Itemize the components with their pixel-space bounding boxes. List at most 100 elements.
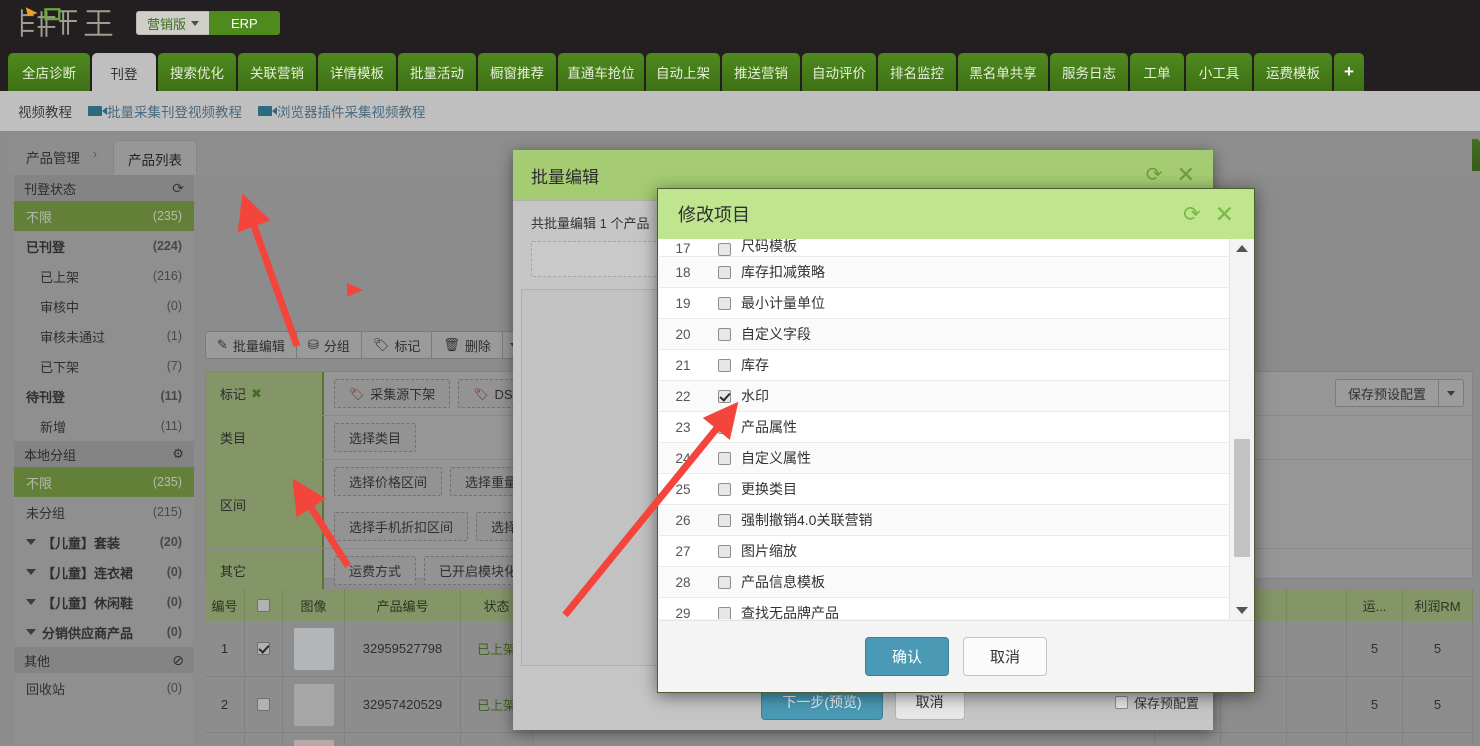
modify-item-checkbox-cell[interactable] <box>707 606 741 619</box>
main-tab-16[interactable]: 运费模板 <box>1254 53 1332 91</box>
modify-item-row[interactable]: 19 最小计量单位 <box>659 288 1229 319</box>
modify-item-checkbox[interactable] <box>717 296 731 310</box>
modify-item-checkbox-cell[interactable] <box>707 544 741 558</box>
modify-item-row[interactable]: 25 更换类目 <box>659 474 1229 505</box>
filter-chip[interactable]: 选择类目 <box>334 423 417 452</box>
save-preconfig-checkbox[interactable] <box>1114 696 1128 709</box>
modify-item-checkbox-cell[interactable] <box>707 389 741 403</box>
modify-item-checkbox[interactable] <box>717 482 731 496</box>
main-tab-5[interactable]: 批量活动 <box>398 53 476 91</box>
save-preset-dropdown[interactable] <box>1438 379 1464 407</box>
refresh-icon[interactable]: ⟳ <box>1183 204 1201 225</box>
sidebar-item-group_section-1[interactable]: 未分组 (215) <box>14 497 194 527</box>
filter-chip[interactable]: 运费方式 <box>334 556 417 585</box>
save-preconfig-group[interactable]: 保存预配置 <box>1114 693 1199 712</box>
row-checkbox-cell[interactable] <box>245 621 283 677</box>
sidebar-item-status_section-3[interactable]: 审核中 (0) <box>14 291 194 321</box>
sidebar-item-status_section-1[interactable]: 已刊登 (224) <box>14 231 194 261</box>
modify-items-scrollbar[interactable] <box>1229 239 1253 619</box>
modify-item-checkbox[interactable] <box>717 606 731 619</box>
filter-chip[interactable]: 选择手机折扣区间 <box>334 512 469 541</box>
modify-item-row[interactable]: 18 库存扣减策略 <box>659 257 1229 288</box>
close-icon[interactable]: ✕ <box>1215 202 1234 226</box>
modify-item-checkbox[interactable] <box>717 544 731 558</box>
modify-item-checkbox-cell[interactable] <box>707 265 741 279</box>
main-tab-10[interactable]: 自动评价 <box>802 53 876 91</box>
block-icon[interactable]: ⊘ <box>172 652 184 669</box>
sidebar-item-status_section-4[interactable]: 审核未通过 (1) <box>14 321 194 351</box>
modify-item-checkbox-cell[interactable] <box>707 358 741 372</box>
sidebar-item-group_section-5[interactable]: 分销供应商产品 (0) <box>14 617 194 647</box>
sidebar-item-status_section-5[interactable]: 已下架 (7) <box>14 351 194 381</box>
table-row[interactable]: 3 32957468071已上架 55 <box>205 733 1473 746</box>
scroll-down-icon[interactable] <box>1230 601 1253 619</box>
modify-item-checkbox[interactable] <box>717 420 731 434</box>
main-tab-6[interactable]: 橱窗推荐 <box>478 53 556 91</box>
cancel-button[interactable]: 取消 <box>963 637 1048 676</box>
filter-chip[interactable]: 选择价格区间 <box>334 467 443 496</box>
main-tab-9[interactable]: 推送营销 <box>722 53 800 91</box>
tag-button[interactable]: 🏷 标记 <box>360 331 432 359</box>
modify-item-checkbox-cell[interactable] <box>707 420 741 434</box>
modify-item-checkbox-cell[interactable] <box>707 243 741 256</box>
sidebar-item-status_section-2[interactable]: 已上架 (216) <box>14 261 194 291</box>
breadcrumb-parent[interactable]: 产品管理 <box>26 147 80 167</box>
sidebar-item-other_section-0[interactable]: 回收站 (0) <box>14 673 194 703</box>
confirm-button[interactable]: 确认 <box>864 637 949 676</box>
delete-button[interactable]: 🗑 删除 <box>431 331 502 359</box>
main-tab-13[interactable]: 服务日志 <box>1050 53 1128 91</box>
modify-item-checkbox-cell[interactable] <box>707 451 741 465</box>
row-checkbox[interactable] <box>257 642 270 655</box>
sidebar-item-group_section-4[interactable]: 【儿童】休闲鞋 (0) <box>14 587 194 617</box>
modify-item-row[interactable]: 29 查找无品牌产品 <box>659 598 1229 619</box>
modify-item-checkbox[interactable] <box>717 389 731 403</box>
modify-item-row[interactable]: 23 产品属性 <box>659 412 1229 443</box>
group-button[interactable]: ⛁ 分组 <box>295 331 361 359</box>
refresh-icon[interactable]: ⟳ <box>1146 165 1163 185</box>
main-tab-14[interactable]: 工单 <box>1130 53 1184 91</box>
modify-item-checkbox[interactable] <box>717 575 731 589</box>
subnav-link-2[interactable]: 浏览器插件采集视频教程 <box>258 101 426 121</box>
modify-item-row[interactable]: 22 水印 <box>659 381 1229 412</box>
modify-item-checkbox[interactable] <box>717 327 731 341</box>
close-icon[interactable]: ✕ <box>1177 164 1195 186</box>
clear-filter-icon[interactable]: ✖ <box>251 386 262 402</box>
modify-item-row[interactable]: 21 库存 <box>659 350 1229 381</box>
modify-item-checkbox-cell[interactable] <box>707 296 741 310</box>
modify-item-row[interactable]: 26 强制撤销4.0关联营销 <box>659 505 1229 536</box>
modify-item-checkbox-cell[interactable] <box>707 575 741 589</box>
modify-item-checkbox[interactable] <box>717 265 731 279</box>
modify-item-checkbox[interactable] <box>717 513 731 527</box>
main-tab-8[interactable]: 自动上架 <box>646 53 720 91</box>
row-checkbox-cell[interactable] <box>245 677 283 733</box>
tab-product-list[interactable]: 产品列表 <box>113 140 197 176</box>
refresh-icon[interactable]: ⟳ <box>172 180 184 197</box>
app-logo[interactable] <box>16 2 126 44</box>
modify-item-row[interactable]: 17 尺码模板 <box>659 239 1229 257</box>
filter-chip[interactable]: 🏷 采集源下架 <box>334 379 451 408</box>
modify-item-checkbox[interactable] <box>717 358 731 372</box>
main-tab-0[interactable]: 全店诊断 <box>8 53 90 91</box>
erp-button[interactable]: ERP <box>209 11 280 35</box>
scrollbar-thumb[interactable] <box>1234 439 1250 557</box>
select-all-checkbox[interactable] <box>257 598 270 612</box>
main-tab-17[interactable]: + <box>1334 53 1364 91</box>
main-tab-2[interactable]: 搜索优化 <box>158 53 236 91</box>
modify-item-row[interactable]: 27 图片缩放 <box>659 536 1229 567</box>
modify-item-checkbox[interactable] <box>717 243 731 256</box>
col-select-all[interactable] <box>245 589 283 621</box>
subnav-link-1[interactable]: 批量采集刊登视频教程 <box>88 101 242 121</box>
modify-item-checkbox-cell[interactable] <box>707 482 741 496</box>
batch-edit-button[interactable]: ✎ 批量编辑 <box>205 331 296 359</box>
sidebar-item-status_section-0[interactable]: 不限 (235) <box>14 201 194 231</box>
main-tab-1[interactable]: 刊登 <box>92 53 156 93</box>
modify-item-checkbox-cell[interactable] <box>707 513 741 527</box>
main-tab-11[interactable]: 排名监控 <box>878 53 956 91</box>
main-tab-12[interactable]: 黑名单共享 <box>958 53 1048 91</box>
sidebar-item-status_section-7[interactable]: 新增 (11) <box>14 411 194 441</box>
modify-item-checkbox-cell[interactable] <box>707 327 741 341</box>
gear-icon[interactable]: ⚙ <box>172 446 184 462</box>
edition-selector[interactable]: 营销版 <box>136 11 210 35</box>
modify-item-checkbox[interactable] <box>717 451 731 465</box>
save-preset-button[interactable]: 保存预设配置 <box>1334 379 1438 407</box>
